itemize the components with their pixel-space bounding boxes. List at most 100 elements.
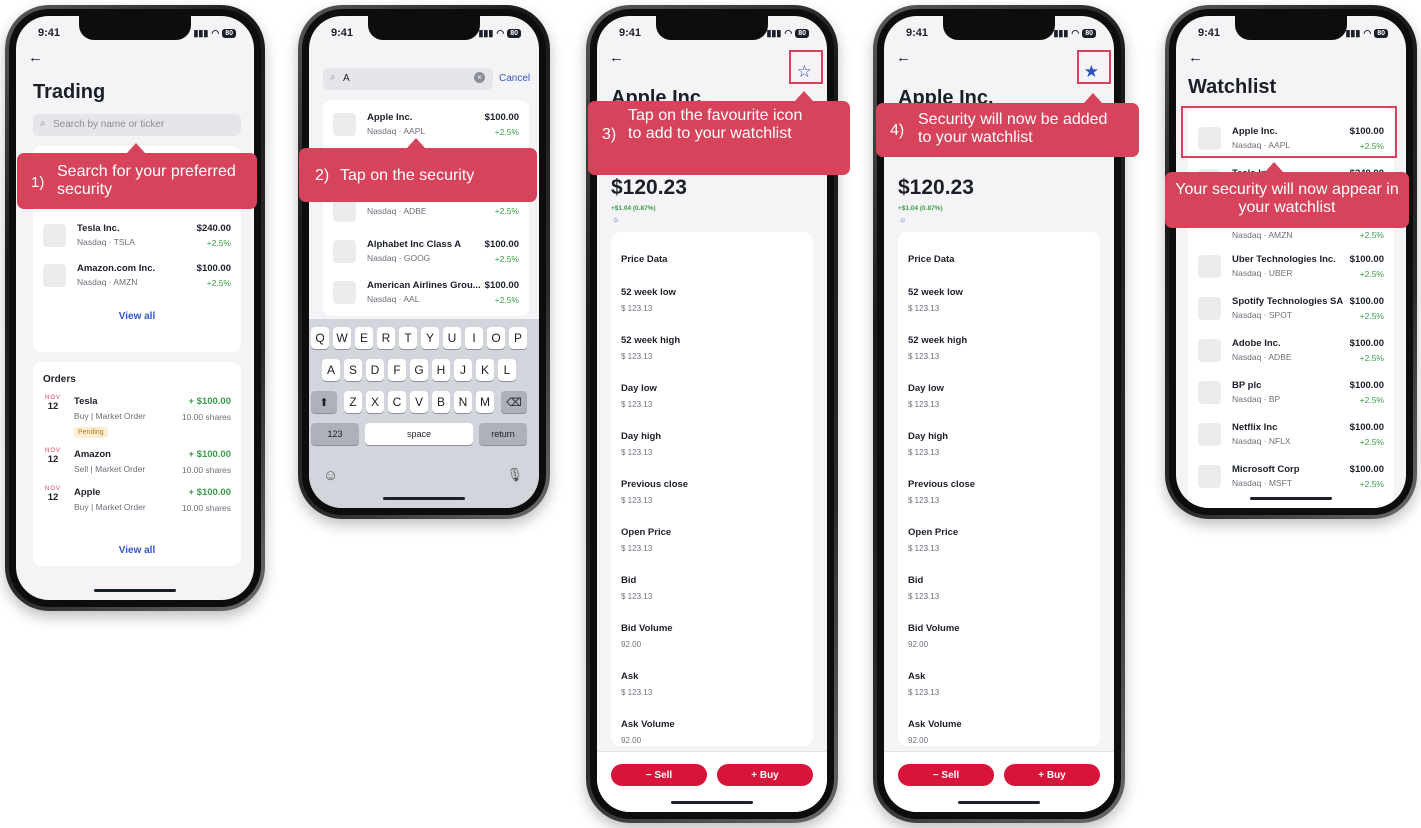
back-arrow-icon[interactable]: ← xyxy=(896,49,911,66)
list-item[interactable]: Netflix Inc Nasdaq · NFLX $100.00 +2.5% xyxy=(1198,420,1384,454)
field-label: Ask Volume xyxy=(908,719,962,730)
cancel-button[interactable]: Cancel xyxy=(499,73,530,84)
key[interactable]: G xyxy=(410,359,428,381)
security-change: +2.5% xyxy=(206,238,231,248)
order-date: NOV 12 xyxy=(43,448,63,465)
security-price: $100.00 xyxy=(1349,422,1384,433)
security-change: +2.5% xyxy=(494,295,519,305)
home-indicator xyxy=(383,497,465,500)
key[interactable]: W xyxy=(333,327,351,349)
clock: 9:41 xyxy=(906,27,929,39)
search-input[interactable]: ⌕ A × xyxy=(323,68,493,90)
security-price: $100.00 xyxy=(1349,464,1384,475)
delete-key-icon[interactable]: ⌫ xyxy=(501,391,527,413)
search-icon: ⌕ xyxy=(40,118,46,129)
order-row[interactable]: NOV 12 Amazon Sell | Market Order + $100.… xyxy=(43,448,231,486)
key[interactable]: N xyxy=(454,391,472,413)
return-key[interactable]: return xyxy=(479,423,527,445)
key[interactable]: M xyxy=(476,391,494,413)
callout-arrow xyxy=(407,138,425,148)
key[interactable]: C xyxy=(388,391,406,413)
microphone-icon[interactable]: 🎙 xyxy=(506,467,523,483)
key[interactable]: L xyxy=(498,359,516,381)
key[interactable]: J xyxy=(454,359,472,381)
screen: 9:41 ▮▮▮ ◠ 80 ⌕ A × Cancel Apple Inc. Nasda… xyxy=(309,16,539,508)
price-data-title: Price Data xyxy=(908,254,955,265)
order-shares: 10.00 shares xyxy=(181,465,231,475)
logo xyxy=(43,264,66,287)
field-label: Day low xyxy=(621,383,657,394)
key[interactable]: B xyxy=(432,391,450,413)
list-item[interactable]: Adobe Inc. Nasdaq · ADBE $100.00 +2.5% xyxy=(1198,336,1384,370)
notch xyxy=(656,16,768,40)
wifi-icon: ◠ xyxy=(496,27,505,38)
sell-button[interactable]: − Sell xyxy=(611,764,707,786)
current-price: $120.23 xyxy=(611,176,687,199)
home-indicator xyxy=(1250,497,1332,500)
callout-number: 1) xyxy=(31,174,45,191)
field-label: Open Price xyxy=(908,527,959,538)
phone-search: 9:41 ▮▮▮ ◠ 80 ⌕ A × Cancel Apple Inc. Nasda… xyxy=(298,5,550,519)
key[interactable]: O xyxy=(487,327,505,349)
security-change: +2.5% xyxy=(494,254,519,264)
orders-view-all-link[interactable]: View all xyxy=(33,545,241,556)
clear-icon[interactable]: × xyxy=(474,72,485,83)
back-arrow-icon[interactable]: ← xyxy=(1188,49,1203,66)
security-name: Amazon.com Inc. xyxy=(77,263,156,274)
keyboard: Q W E R T Y U I O P A S D F G H J K L ⬆ … xyxy=(309,319,539,508)
battery-icon: 80 xyxy=(222,28,236,38)
emoji-key-icon[interactable]: ☺ xyxy=(323,467,338,484)
sell-button[interactable]: − Sell xyxy=(898,764,994,786)
key[interactable]: Y xyxy=(421,327,439,349)
order-row[interactable]: NOV 12 Apple Buy | Market Order + $100.00… xyxy=(43,486,231,524)
space-key[interactable]: space xyxy=(365,423,473,445)
callout-number: 3) xyxy=(602,126,617,143)
key[interactable]: X xyxy=(366,391,384,413)
order-row[interactable]: NOV 12 Tesla Buy | Market Order + $100.00… xyxy=(43,395,231,438)
buy-button[interactable]: + Buy xyxy=(1004,764,1100,786)
search-input[interactable]: ⌕ Search by name or ticker xyxy=(33,114,241,136)
key[interactable]: U xyxy=(443,327,461,349)
callout-arrow xyxy=(795,91,813,101)
key[interactable]: E xyxy=(355,327,373,349)
view-all-link[interactable]: View all xyxy=(33,311,241,322)
numbers-key[interactable]: 123 xyxy=(311,423,359,445)
key[interactable]: T xyxy=(399,327,417,349)
list-item[interactable]: Alphabet Inc Class A Nasdaq · GOOG $100.… xyxy=(333,237,519,271)
list-item[interactable]: Apple Inc. Nasdaq · AAPL $100.00 +2.5% xyxy=(333,110,519,144)
back-arrow-icon[interactable]: ← xyxy=(609,49,624,66)
list-item[interactable]: Uber Technologies Inc. Nasdaq · UBER $10… xyxy=(1198,252,1384,286)
signal-icon: ▮▮▮ xyxy=(766,27,782,38)
buy-button[interactable]: + Buy xyxy=(717,764,813,786)
list-item[interactable]: BP plc Nasdaq · BP $100.00 +2.5% xyxy=(1198,378,1384,412)
field-label: Ask xyxy=(621,671,639,682)
status-icons: ▮▮▮ ◠ 80 xyxy=(478,28,521,39)
key[interactable]: S xyxy=(344,359,362,381)
key[interactable]: Q xyxy=(311,327,329,349)
key[interactable]: Z xyxy=(344,391,362,413)
key[interactable]: R xyxy=(377,327,395,349)
key[interactable]: P xyxy=(509,327,527,349)
list-item[interactable]: Tesla Inc. Nasdaq · TSLA $240.00 +2.5% xyxy=(43,221,231,255)
order-date: NOV 12 xyxy=(43,395,63,412)
field-label: Bid Volume xyxy=(621,623,673,634)
key[interactable]: I xyxy=(465,327,483,349)
clock: 9:41 xyxy=(619,27,642,39)
list-item[interactable]: Amazon.com Inc. Nasdaq · AMZN $100.00 +2… xyxy=(43,261,231,295)
back-arrow-icon[interactable]: ← xyxy=(28,49,43,66)
key[interactable]: F xyxy=(388,359,406,381)
list-item[interactable]: Microsoft Corp Nasdaq · MSFT $100.00 +2.… xyxy=(1198,462,1384,496)
key[interactable]: K xyxy=(476,359,494,381)
list-item[interactable]: Spotify Technologies SA Nasdaq · SPOT $1… xyxy=(1198,294,1384,328)
shift-key-icon[interactable]: ⬆ xyxy=(311,391,337,413)
key[interactable]: D xyxy=(366,359,384,381)
callout-number: 2) xyxy=(315,167,330,184)
logo xyxy=(1198,297,1221,320)
list-item[interactable]: American Airlines Grou... Nasdaq · AAL $… xyxy=(333,278,519,312)
key[interactable]: A xyxy=(322,359,340,381)
field-value: $ 123.13 xyxy=(621,448,653,457)
key[interactable]: H xyxy=(432,359,450,381)
signal-icon: ▮▮▮ xyxy=(1053,27,1069,38)
security-name: Spotify Technologies SA xyxy=(1232,296,1344,307)
key[interactable]: V xyxy=(410,391,428,413)
